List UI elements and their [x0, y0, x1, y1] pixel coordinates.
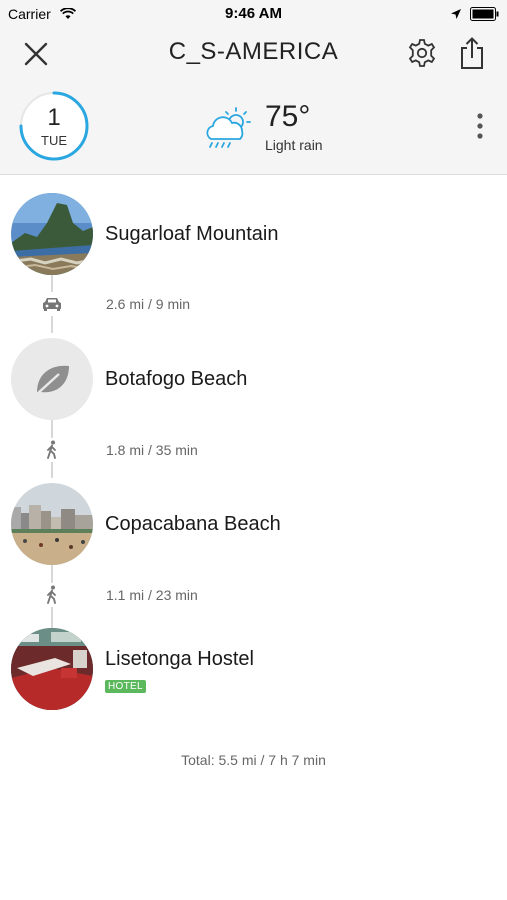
leaf-placeholder-icon — [11, 338, 93, 420]
weather-condition: Light rain — [265, 137, 323, 153]
stop-name: Copacabana Beach — [105, 513, 281, 535]
itinerary-timeline: Sugarloaf Mountain 2.6 mi / 9 min Botafo… — [0, 175, 507, 900]
stop-copacabana[interactable]: Copacabana Beach — [0, 481, 507, 567]
car-icon — [40, 292, 64, 316]
stop-name: Botafogo Beach — [105, 368, 248, 390]
stop-name: Lisetonga Hostel — [105, 648, 254, 670]
route-leg[interactable]: 1.1 mi / 23 min — [0, 580, 507, 610]
hotel-badge: HOTEL — [105, 680, 146, 693]
nav-bar: C_S-AMERICA — [0, 28, 507, 76]
gear-icon[interactable] — [406, 37, 438, 69]
day-header: 1 TUE 75° Light rain — [0, 76, 507, 175]
battery-icon — [470, 7, 500, 26]
cloud-sun-rain-icon — [202, 106, 256, 152]
stop-lisetonga-hostel[interactable]: Lisetonga Hostel HOTEL — [0, 626, 507, 712]
day-selector[interactable]: 1 TUE — [18, 90, 90, 162]
status-time: 9:46 AM — [225, 5, 282, 22]
leg-distance: 1.1 mi / 23 min — [106, 587, 198, 603]
leg-distance: 2.6 mi / 9 min — [106, 296, 191, 312]
route-leg[interactable]: 1.8 mi / 35 min — [0, 435, 507, 465]
stop-sugarloaf[interactable]: Sugarloaf Mountain — [0, 191, 507, 277]
temperature: 75° — [265, 100, 311, 133]
hostel-photo — [11, 628, 93, 710]
location-arrow-icon — [450, 7, 462, 25]
sugarloaf-photo — [11, 193, 93, 275]
day-number: 1 — [47, 104, 61, 131]
walk-icon — [40, 583, 64, 607]
copacabana-photo — [11, 483, 93, 565]
route-total: Total: 5.5 mi / 7 h 7 min — [181, 752, 326, 768]
stop-name: Sugarloaf Mountain — [105, 223, 279, 245]
day-weekday: TUE — [41, 133, 67, 148]
more-vertical-icon[interactable] — [468, 110, 492, 142]
status-bar: Carrier 9:46 AM — [0, 0, 507, 28]
walk-icon — [40, 438, 64, 462]
stop-botafogo[interactable]: Botafogo Beach — [0, 336, 507, 422]
route-leg[interactable]: 2.6 mi / 9 min — [0, 289, 507, 319]
leg-distance: 1.8 mi / 35 min — [106, 442, 198, 458]
share-icon[interactable] — [458, 36, 486, 70]
